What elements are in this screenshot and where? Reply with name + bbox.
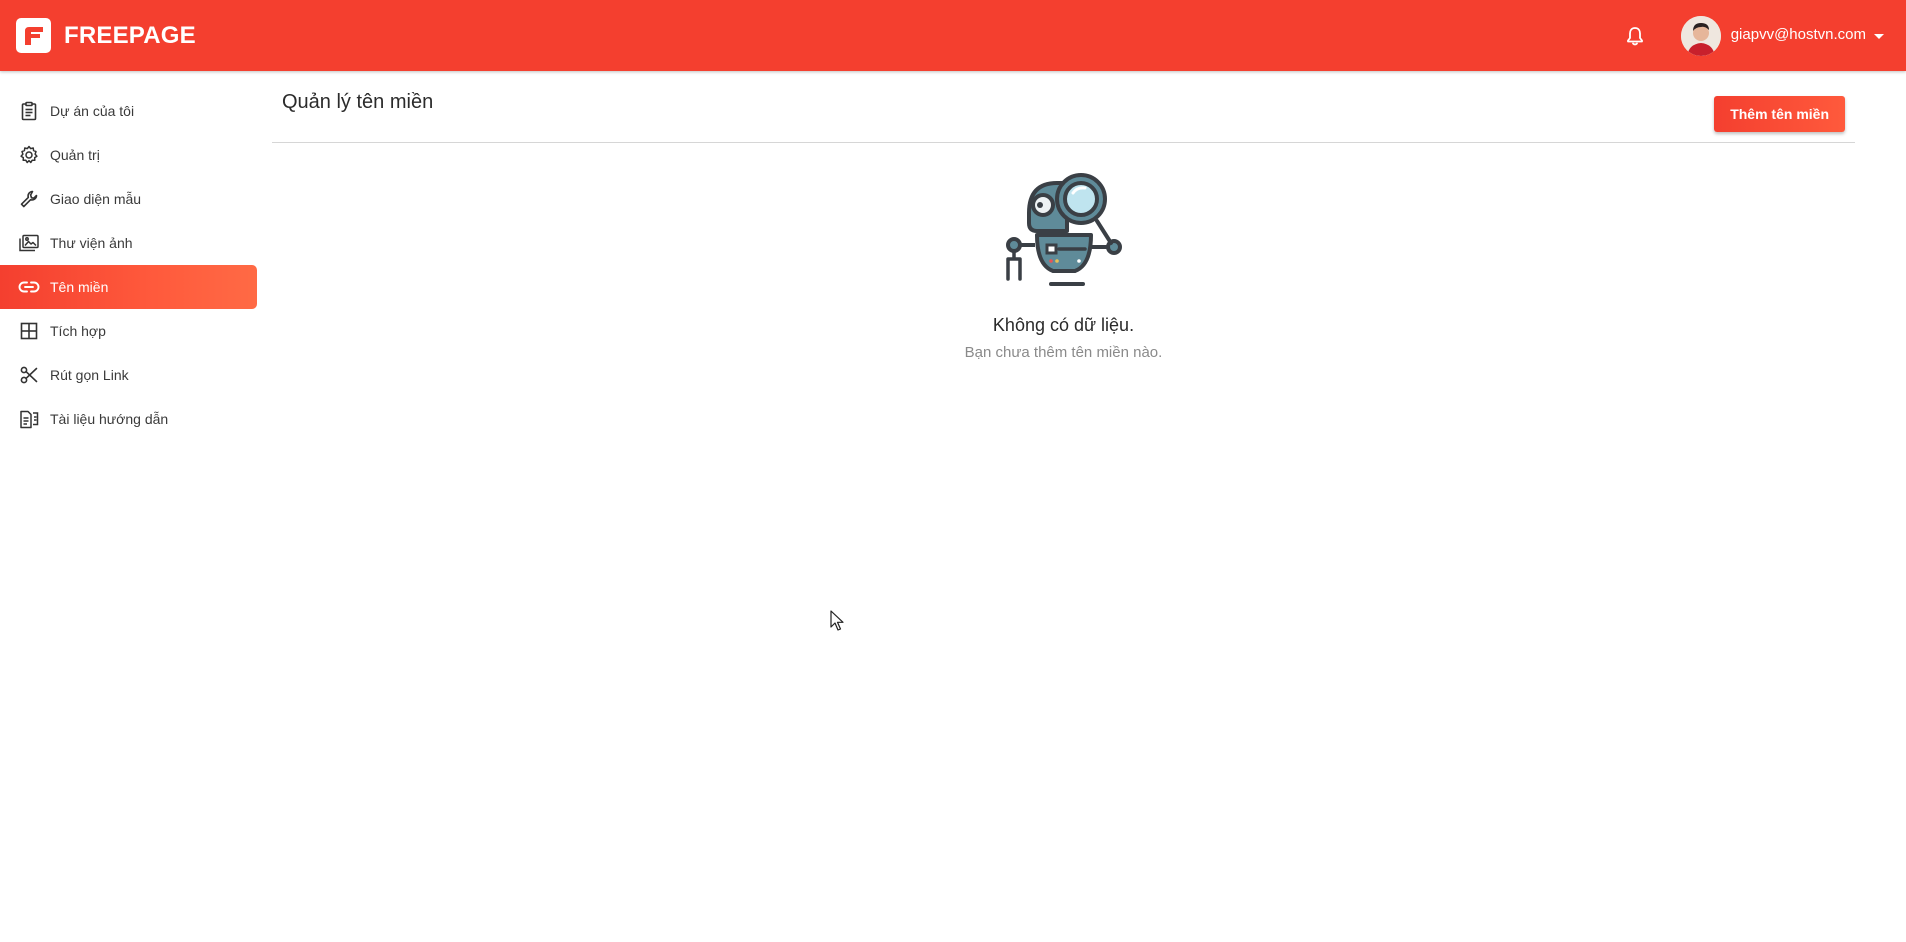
sidebar-item-label: Dự án của tôi	[50, 103, 135, 119]
sidebar-item-label: Quản trị	[50, 147, 100, 163]
top-bar: FREEPAGE giapvv@hostvn.com	[0, 0, 1906, 71]
main-content: Quản lý tên miền Thêm tên miền Không có …	[272, 71, 1855, 942]
link-icon	[18, 276, 40, 298]
avatar	[1680, 15, 1721, 56]
add-domain-button[interactable]: Thêm tên miền	[1714, 96, 1845, 132]
sidebar-item-tai-lieu[interactable]: Tài liệu hướng dẫn	[0, 397, 257, 441]
sidebar-item-label: Tên miền	[50, 279, 109, 295]
sidebar-item-du-an[interactable]: Dự án của tôi	[0, 89, 257, 133]
image-library-icon	[18, 232, 40, 254]
sidebar-item-giao-dien-mau[interactable]: Giao diện mẫu	[0, 177, 257, 221]
brand[interactable]: FREEPAGE	[16, 17, 196, 55]
empty-state-subtitle: Bạn chưa thêm tên miền nào.	[964, 344, 1163, 361]
sidebar-item-label: Rút gọn Link	[50, 367, 129, 383]
sidebar-item-thu-vien-anh[interactable]: Thư viện ảnh	[0, 221, 257, 265]
sidebar-item-ten-mien[interactable]: Tên miền	[0, 265, 257, 309]
sidebar-item-label: Giao diện mẫu	[50, 191, 142, 207]
sidebar-item-label: Thư viện ảnh	[50, 235, 133, 251]
sidebar-item-quan-tri[interactable]: Quản trị	[0, 133, 257, 177]
page-header: Quản lý tên miền Thêm tên miền	[272, 71, 1855, 143]
empty-state: Không có dữ liệu. Bạn chưa thêm tên miền…	[272, 161, 1855, 361]
sidebar-item-rut-gon-link[interactable]: Rút gọn Link	[0, 353, 257, 397]
topbar-actions: giapvv@hostvn.com	[1621, 0, 1890, 71]
freepage-logo-icon	[16, 18, 51, 53]
scissors-icon	[18, 364, 40, 386]
robot-magnifier-icon	[999, 161, 1129, 291]
sidebar-nav: Dự án của tôi Quản trị Giao diện mẫu Thư…	[0, 89, 257, 441]
page-title: Quản lý tên miền	[282, 91, 434, 113]
user-email: giapvv@hostvn.com	[1730, 26, 1866, 43]
sidebar-item-tich-hop[interactable]: Tích hợp	[0, 309, 257, 353]
sidebar-item-label: Tích hợp	[50, 323, 106, 339]
empty-state-title: Không có dữ liệu.	[992, 315, 1135, 335]
gear-icon	[18, 144, 40, 166]
notification-bell-icon[interactable]	[1621, 22, 1649, 50]
wrench-icon	[18, 188, 40, 210]
grid-icon	[18, 320, 40, 342]
brand-name: FREEPAGE	[64, 21, 196, 49]
document-icon	[18, 408, 40, 430]
sidebar-item-label: Tài liệu hướng dẫn	[50, 411, 169, 427]
user-menu[interactable]: giapvv@hostvn.com	[1680, 15, 1884, 56]
clipboard-icon	[18, 100, 40, 122]
chevron-down-icon	[1874, 34, 1884, 39]
